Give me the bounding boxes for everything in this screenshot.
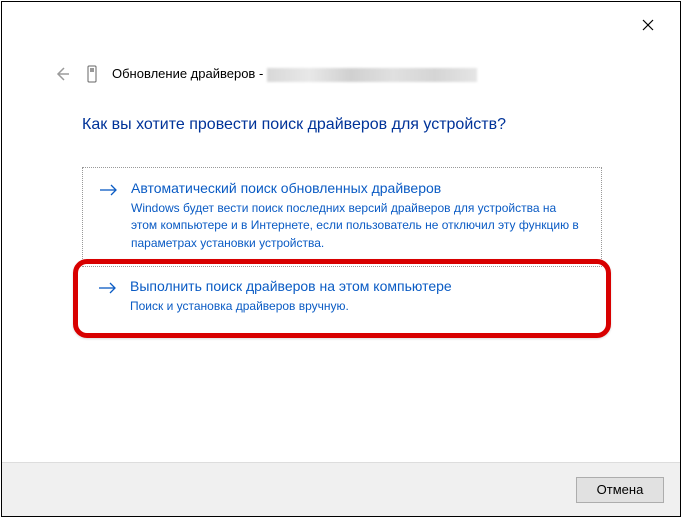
cancel-button[interactable]: Отмена: [576, 477, 664, 503]
device-icon: [84, 64, 100, 84]
obscured-device-name: [267, 68, 477, 82]
option-title: Выполнить поиск драйверов на этом компью…: [130, 278, 586, 294]
option-title: Автоматический поиск обновленных драйвер…: [131, 180, 585, 196]
back-button[interactable]: [52, 64, 72, 84]
header-row: Обновление драйверов -: [52, 64, 477, 84]
dialog-window: Обновление драйверов - Как вы хотите про…: [1, 1, 681, 517]
arrow-right-icon: [99, 182, 119, 203]
window-title: Обновление драйверов -: [112, 66, 477, 82]
arrow-right-icon: [98, 280, 118, 301]
option-manual-search[interactable]: Выполнить поиск драйверов на этом компью…: [82, 270, 602, 323]
option-description: Поиск и установка драйверов вручную.: [130, 298, 586, 315]
dialog-footer: Отмена: [2, 462, 680, 516]
highlight-frame: Выполнить поиск драйверов на этом компью…: [73, 259, 611, 338]
close-button[interactable]: [628, 10, 668, 40]
back-arrow-icon: [53, 65, 71, 83]
close-icon: [642, 19, 654, 31]
page-heading: Как вы хотите провести поиск драйверов д…: [82, 116, 506, 134]
option-auto-search[interactable]: Автоматический поиск обновленных драйвер…: [82, 167, 602, 267]
option-description: Windows будет вести поиск последних верс…: [131, 200, 585, 252]
